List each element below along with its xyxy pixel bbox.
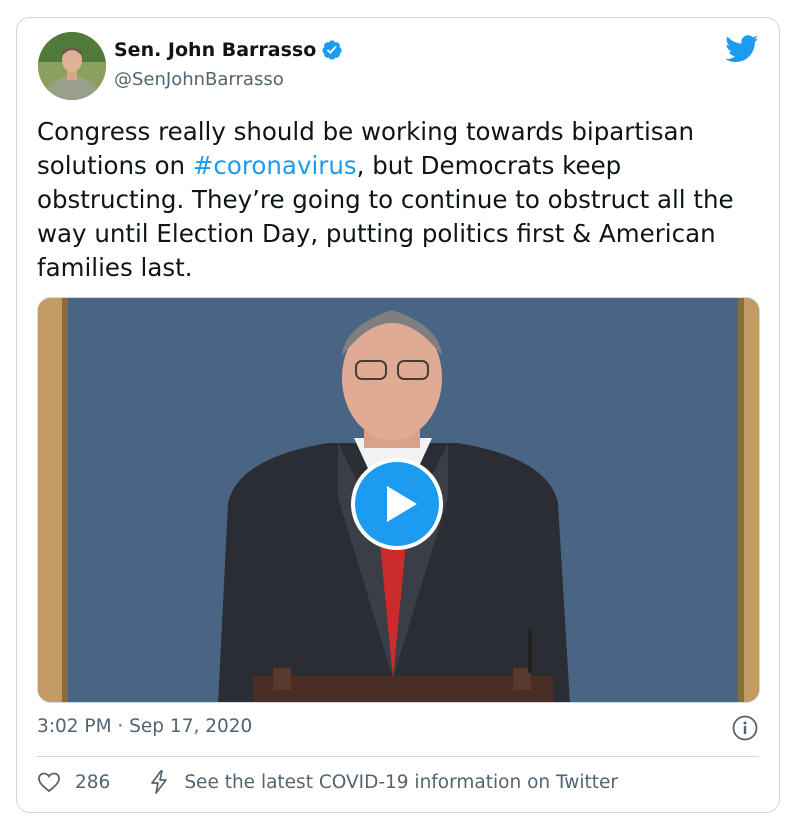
avatar[interactable] xyxy=(38,32,106,100)
timestamp[interactable]: 3:02 PM · Sep 17, 2020 xyxy=(37,716,252,737)
action-bar: 286 See the latest COVID-19 information … xyxy=(37,770,618,794)
author-handle[interactable]: @SenJohnBarrasso xyxy=(114,69,284,90)
author-name[interactable]: Sen. John Barrasso xyxy=(114,39,316,61)
tweet-card[interactable]: Sen. John Barrasso @SenJohnBarrasso Cong… xyxy=(16,17,780,813)
like-count[interactable]: 286 xyxy=(75,772,110,793)
covid-info-link[interactable]: See the latest COVID-19 information on T… xyxy=(184,772,618,793)
twitter-bird-icon[interactable] xyxy=(725,35,759,63)
author-name-row[interactable]: Sen. John Barrasso xyxy=(114,39,343,61)
divider xyxy=(37,756,759,757)
verified-badge-icon xyxy=(322,40,342,60)
tweet-text: Congress really should be working toward… xyxy=(37,115,762,285)
heart-icon[interactable] xyxy=(37,770,61,794)
play-icon[interactable] xyxy=(351,458,443,550)
info-icon[interactable] xyxy=(732,715,758,741)
video-player[interactable] xyxy=(37,297,760,703)
lightning-bolt-icon[interactable] xyxy=(148,770,170,794)
hashtag-link[interactable]: #coronavirus xyxy=(193,151,357,180)
